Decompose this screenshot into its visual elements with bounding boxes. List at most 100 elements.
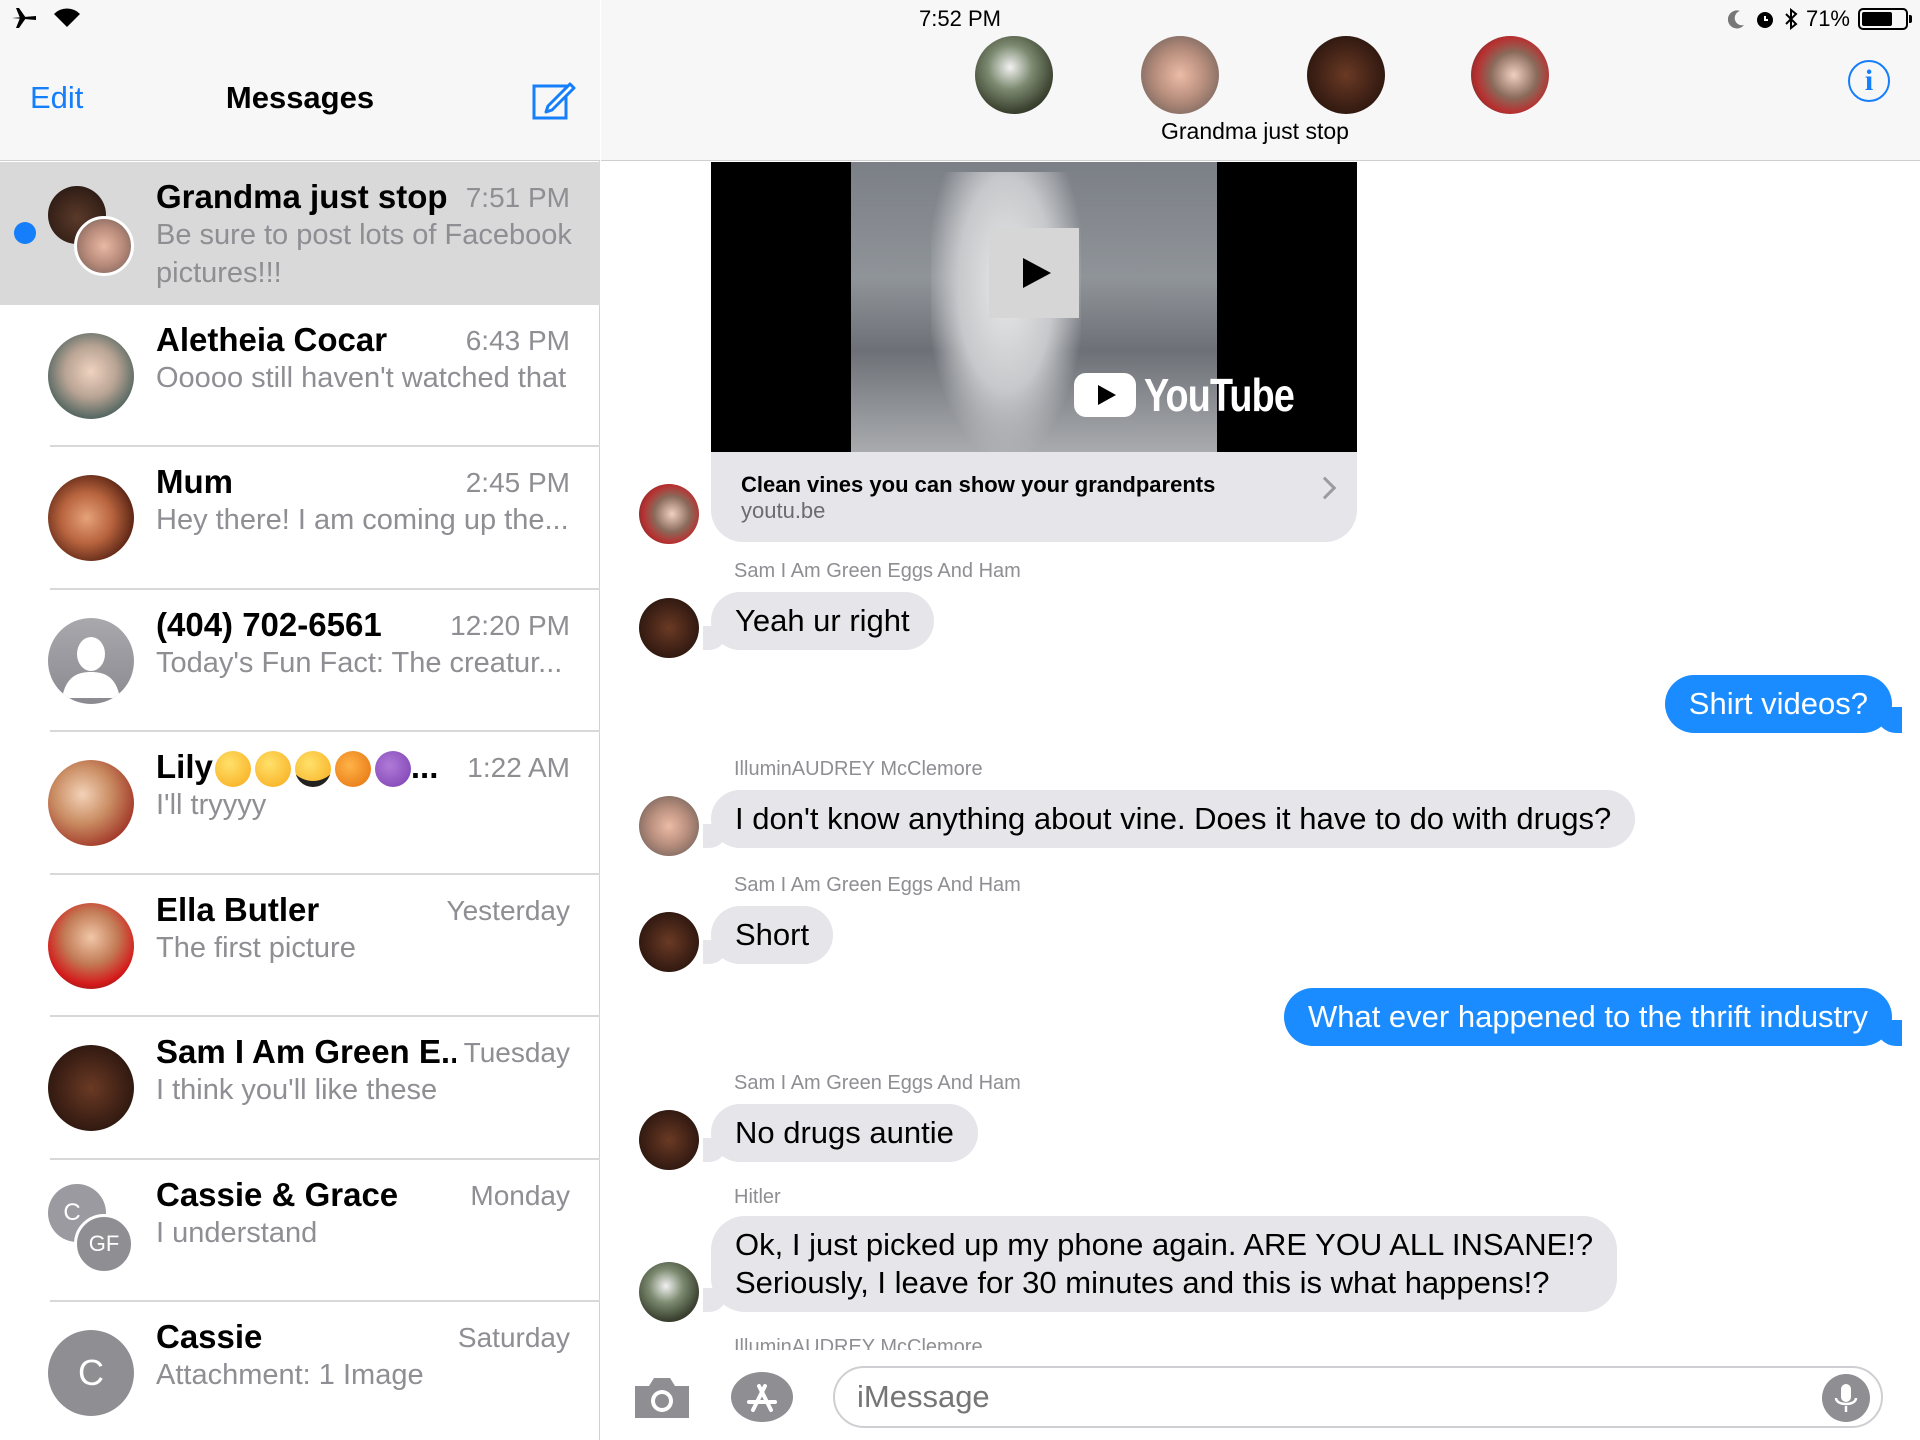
sender-name: Sam I Am Green Eggs And Ham — [734, 1072, 1021, 1094]
conversation-preview: I'll tryyyy — [156, 789, 267, 821]
message-thread[interactable]: YouTube Clean vines you can show your gr… — [601, 162, 1920, 1350]
conversation-row-grandma-just-stop[interactable]: Grandma just stop 7:51 PM Be sure to pos… — [0, 162, 600, 305]
conversation-name: Cassie — [156, 1318, 263, 1355]
avatar — [48, 332, 134, 419]
chevron-right-icon — [1313, 476, 1337, 500]
conversation-row-ella-butler[interactable]: Ella Butler Yesterday The first picture — [0, 875, 600, 1017]
sender-avatar — [639, 484, 699, 544]
conversation-name: Sam I Am Green E... — [156, 1033, 456, 1070]
conversation-name: Ella Butler — [156, 890, 320, 928]
status-time: 7:52 PM — [919, 6, 1001, 31]
conversation-time: 7:51 PM — [465, 182, 570, 213]
sender-name: Sam I Am Green Eggs And Ham — [734, 874, 1021, 896]
conversation-row-phone-number[interactable]: (404) 702-6561 12:20 PM Today's Fun Fact… — [0, 590, 600, 732]
incoming-message[interactable]: Yeah ur right — [703, 592, 934, 650]
message-line: Seriously, I leave for 30 minutes and th… — [735, 1265, 1550, 1300]
conversation-time: 6:43 PM — [465, 324, 570, 356]
tongue-emoji-icon — [254, 751, 291, 788]
outgoing-message[interactable]: What ever happened to the thrift industr… — [1283, 988, 1903, 1046]
incoming-message[interactable]: Ok, I just picked up my phone again. ARE… — [702, 1216, 1618, 1312]
unread-indicator — [14, 222, 36, 244]
sender-name: Hitler — [734, 1186, 781, 1208]
conversation-time: 12:20 PM — [450, 609, 570, 641]
conversation-time: Saturday — [457, 1322, 570, 1353]
sender-avatar — [639, 912, 699, 972]
message-input[interactable] — [833, 1366, 1883, 1428]
battery-icon — [1858, 8, 1912, 30]
message-line: Ok, I just picked up my phone again. ARE… — [735, 1227, 1594, 1262]
sender-avatar — [639, 598, 699, 658]
avatar — [48, 475, 134, 561]
conversation-time: Monday — [470, 1179, 570, 1211]
camera-icon[interactable] — [631, 1372, 693, 1422]
compose-icon[interactable] — [530, 76, 578, 124]
conversation-preview: I understand — [156, 1216, 318, 1249]
conversation-time: Yesterday — [446, 894, 571, 926]
conversation-name-text: Lily — [156, 748, 213, 785]
pumpkin-emoji-icon — [334, 751, 371, 788]
play-icon[interactable] — [989, 228, 1079, 318]
page-title: Messages — [225, 80, 375, 115]
devil-emoji-icon — [374, 751, 411, 788]
sender-avatar — [639, 796, 699, 856]
sunglasses-emoji-icon — [294, 751, 331, 788]
link-domain: youtu.be — [741, 498, 826, 523]
group-member-avatar[interactable] — [1471, 36, 1549, 114]
conversation-preview: I think you'll like these — [156, 1074, 438, 1106]
app-store-icon[interactable] — [731, 1372, 793, 1422]
avatar — [48, 902, 134, 989]
battery-percentage: 71% — [1805, 6, 1850, 31]
conversation-row-cassie[interactable]: C Cassie Saturday Attachment: 1 Image — [0, 1302, 600, 1440]
conversation-list: Grandma just stop 7:51 PM Be sure to pos… — [0, 162, 600, 1440]
incoming-message[interactable]: Short — [702, 906, 834, 964]
chat-pane: Grandma just stop i YouTube Clean vines … — [601, 0, 1920, 1440]
laughing-emoji-icon — [214, 751, 251, 788]
conversation-list-pane: Edit Messages Grandma just stop 7:51 PM … — [0, 0, 600, 1440]
alarm-icon — [1756, 12, 1773, 28]
sender-avatar — [639, 1110, 699, 1170]
avatar: C GF — [48, 1183, 144, 1280]
conversation-name: Lily ... — [156, 748, 438, 788]
video-thumbnail[interactable]: YouTube — [711, 162, 1357, 452]
info-icon[interactable]: i — [1848, 60, 1890, 102]
conversation-name: Cassie & Grace — [156, 1175, 399, 1213]
moon-icon — [1727, 10, 1744, 29]
status-right: 71% — [1727, 6, 1912, 32]
conversation-name: Mum — [156, 463, 233, 500]
group-member-avatar[interactable] — [975, 36, 1053, 114]
group-member-avatar[interactable] — [1141, 36, 1219, 114]
youtube-logo: YouTube — [1074, 368, 1327, 422]
conversation-row-sam-i-am[interactable]: Sam I Am Green E... Tuesday I think you'… — [0, 1017, 600, 1160]
avatar — [48, 186, 144, 282]
group-name[interactable]: Grandma just stop — [1161, 118, 1349, 145]
conversation-time: 2:45 PM — [465, 467, 570, 498]
conversation-time: Tuesday — [463, 1037, 570, 1068]
outgoing-message[interactable]: Shirt videos? — [1664, 675, 1903, 733]
incoming-message[interactable]: I don't know anything about vine. Does i… — [702, 790, 1636, 848]
conversation-name: Grandma just stop — [156, 178, 448, 215]
conversation-preview: The first picture — [156, 931, 356, 964]
avatar — [48, 760, 134, 846]
youtube-play-icon — [1074, 373, 1137, 417]
conversation-name: (404) 702-6561 — [156, 605, 382, 643]
bluetooth-icon — [1785, 8, 1798, 30]
conversation-preview: Today's Fun Fact: The creatur... — [156, 646, 563, 679]
conversation-row-cassie-grace[interactable]: C GF Cassie & Grace Monday I understand — [0, 1160, 600, 1302]
conversation-row-mum[interactable]: Mum 2:45 PM Hey there! I am coming up th… — [0, 447, 600, 590]
youtube-logo-text: YouTube — [1144, 369, 1295, 421]
conversation-time: 1:22 AM — [467, 752, 570, 783]
conversation-preview: Be sure to post lots of Facebook picture… — [156, 219, 572, 289]
name-emojis — [214, 751, 411, 788]
group-member-avatar[interactable] — [1307, 36, 1385, 114]
conversation-preview: Hey there! I am coming up the... — [156, 504, 569, 536]
conversation-row-aletheia-cocar[interactable]: Aletheia Cocar 6:43 PM Ooooo still haven… — [0, 305, 600, 447]
conversation-preview: Ooooo still haven't watched that — [156, 361, 567, 394]
link-title: Clean vines you can show your grandparen… — [741, 472, 1216, 497]
person-placeholder-icon — [62, 636, 120, 698]
status-bar: 7:52 PM 71% — [0, 0, 1920, 40]
conversation-preview: Attachment: 1 Image — [156, 1359, 424, 1391]
incoming-message[interactable]: No drugs auntie — [703, 1104, 978, 1162]
conversation-row-lily[interactable]: Lily ... 1:22 AM I'll tryyyy — [0, 732, 600, 875]
microphone-icon[interactable] — [1822, 1374, 1870, 1422]
link-preview-card[interactable]: YouTube Clean vines you can show your gr… — [711, 162, 1357, 542]
